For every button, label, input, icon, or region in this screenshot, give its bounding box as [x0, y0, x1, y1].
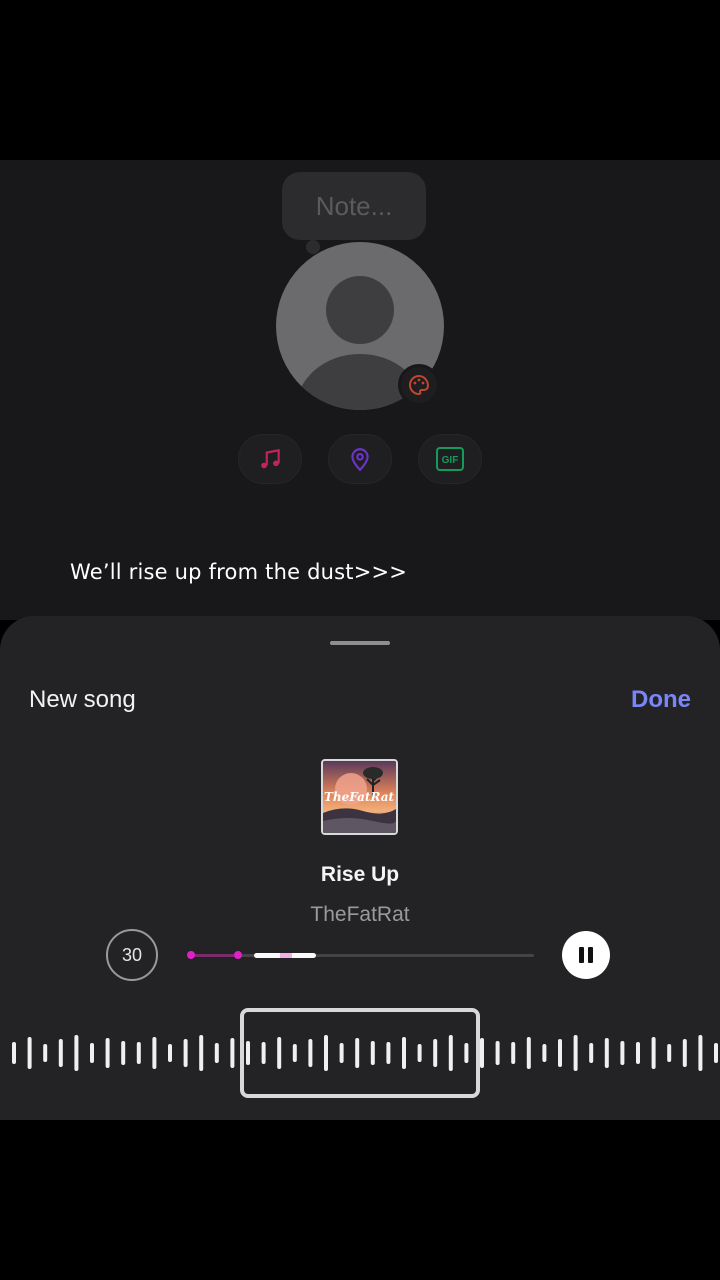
waveform-bar [214, 1043, 219, 1063]
waveform-bar [604, 1038, 609, 1068]
gif-icon: GIF [436, 447, 464, 471]
sheet-grabber[interactable] [330, 641, 390, 645]
sheet-title: New song [29, 686, 136, 713]
note-placeholder: Note... [315, 190, 393, 221]
palette-icon[interactable] [398, 364, 440, 406]
avatar-head [326, 276, 394, 344]
pause-icon [579, 947, 593, 963]
waveform-bar [542, 1044, 547, 1062]
waveform-bar [558, 1039, 562, 1067]
waveform-bar [105, 1038, 110, 1068]
waveform-bar [168, 1044, 172, 1062]
waveform-bar [480, 1038, 484, 1068]
waveform-bar [667, 1044, 672, 1062]
clip-duration-label: 30 [121, 944, 143, 965]
progress-start-dot [187, 951, 195, 959]
waveform-bar [495, 1041, 500, 1065]
note-input[interactable]: Note... [282, 172, 426, 240]
bottom-letterbox [0, 1120, 720, 1280]
song-title: Rise Up [320, 863, 400, 886]
waveform-bar [620, 1041, 625, 1065]
top-letterbox [0, 0, 720, 160]
waveform-bar [526, 1037, 531, 1069]
clip-duration-button[interactable]: 30 [106, 929, 158, 981]
waveform-bar [714, 1043, 718, 1063]
waveform-bar [183, 1039, 188, 1067]
album-art: TheFatRat [321, 759, 398, 835]
music-note-icon [261, 449, 280, 469]
waveform-bar [27, 1037, 32, 1069]
location-chip[interactable] [328, 434, 392, 484]
waveform-bar [698, 1035, 703, 1071]
waveform-bar [12, 1042, 16, 1064]
pause-button[interactable] [562, 931, 610, 979]
waveform-bar [58, 1039, 63, 1067]
album-title-text: TheFatRat [324, 790, 394, 804]
lyric-text: We’ll rise up from the dust>>> [70, 560, 408, 584]
progress-clip-playhead [280, 953, 292, 958]
waveform-bar [589, 1043, 594, 1063]
music-chip[interactable] [238, 434, 302, 484]
done-button[interactable]: Done [631, 686, 691, 714]
waveform-bar [682, 1039, 687, 1067]
gif-chip[interactable]: GIF [418, 434, 482, 484]
waveform-bar [121, 1041, 126, 1065]
song-artist: TheFatRat [310, 903, 410, 926]
waveform-bar [136, 1042, 141, 1064]
waveform-bar [651, 1037, 656, 1069]
progress-marker-dot [234, 951, 242, 959]
waveform-bar [230, 1038, 235, 1068]
clip-selection-window[interactable] [240, 1008, 480, 1098]
waveform-bar [152, 1037, 157, 1069]
waveform-bar [43, 1044, 48, 1062]
waveform-bar [573, 1035, 578, 1071]
waveform-bar [636, 1042, 640, 1064]
waveform-bar [74, 1035, 79, 1071]
location-pin-icon [351, 448, 369, 472]
waveform-bar [511, 1042, 516, 1064]
gif-label: GIF [442, 455, 459, 466]
waveform-bar [199, 1035, 204, 1071]
waveform-bar [90, 1043, 94, 1063]
